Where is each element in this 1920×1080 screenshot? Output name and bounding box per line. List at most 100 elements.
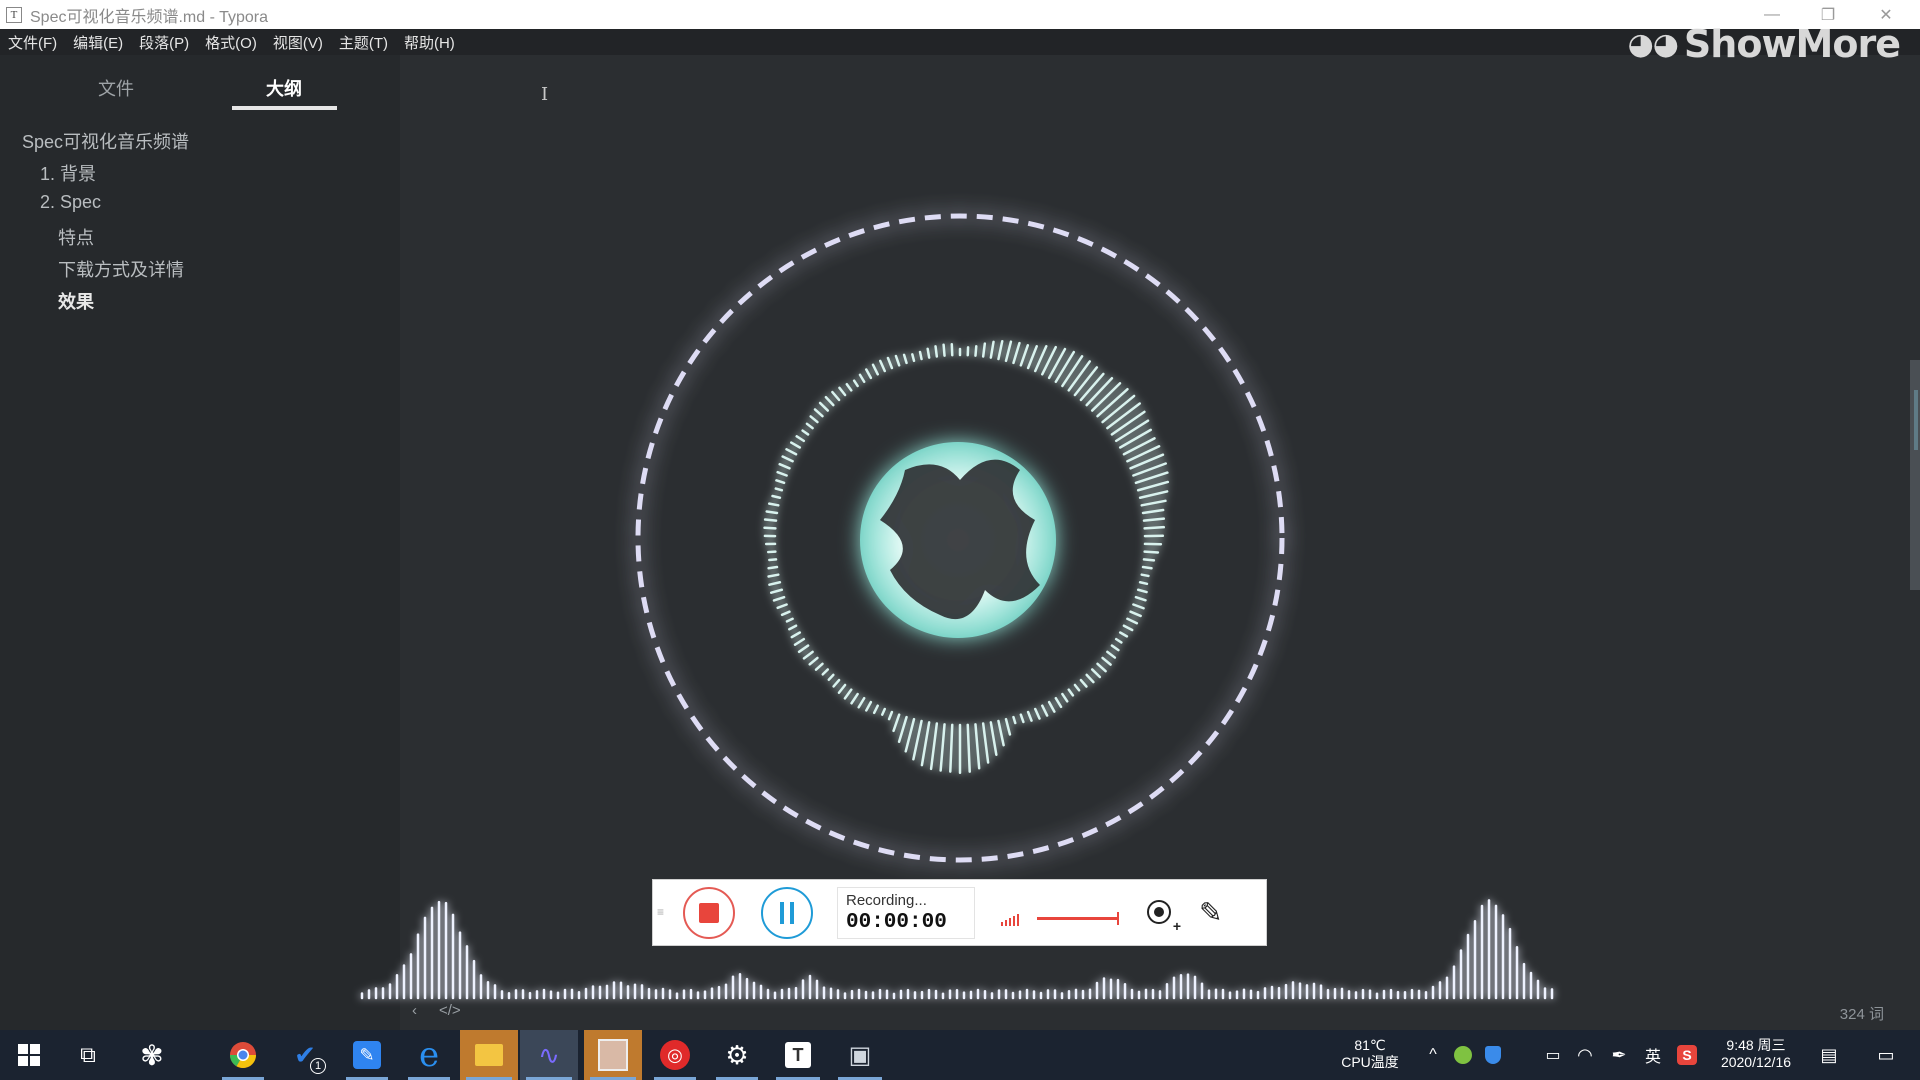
clock[interactable]: 9:48 周三 2020/12/16: [1704, 1037, 1808, 1071]
taskbar-typora[interactable]: T: [770, 1030, 826, 1080]
spectrum-ring-bar: [832, 678, 841, 688]
taskbar-app-pinwheel[interactable]: ✾: [124, 1030, 180, 1080]
tray-app-green[interactable]: [1450, 1030, 1476, 1080]
spectrum-ring-bar: [814, 662, 824, 671]
tray-shield-icon: [1485, 1046, 1501, 1064]
windows-taskbar: ⧉ ✾ ✔ 1 ✎ e ∿ ◎ ⚙ T ▣ 81℃ CPU温度 ^ ▭ ◠ ✒ …: [0, 1030, 1920, 1080]
pen-workspace-button[interactable]: ✒: [1604, 1030, 1634, 1080]
show-hidden-icons-button[interactable]: ^: [1420, 1030, 1446, 1080]
spectrum-ring-bar: [920, 721, 931, 767]
notes-app-icon: ✎: [353, 1041, 381, 1069]
cpu-temperature[interactable]: 81℃ CPU温度: [1334, 1037, 1406, 1071]
network-button[interactable]: ◠: [1570, 1030, 1600, 1080]
spectrum-ring-bar: [771, 494, 782, 500]
spectrum-ring-bar: [1138, 580, 1149, 586]
spectrum-ring-bar: [989, 721, 998, 756]
spectrum-ring-bar: [1129, 610, 1142, 618]
spectrum-ring-bar: [838, 386, 847, 397]
todo-badge: 1: [310, 1058, 326, 1074]
input-method-button[interactable]: 英: [1638, 1030, 1668, 1080]
scrollbar-thumb[interactable]: [1914, 390, 1918, 450]
taskbar-netease-music[interactable]: ◎: [648, 1030, 702, 1080]
spectrum-ring-bar: [1118, 428, 1152, 449]
spectrum-ring-bar: [793, 637, 806, 646]
spectrum-ring-bar: [1140, 499, 1167, 507]
spectrum-ring-bar: [886, 356, 894, 370]
webcam-add-button[interactable]: +: [1145, 898, 1181, 934]
wifi-icon: ◠: [1577, 1044, 1593, 1065]
taskbar-photo-app[interactable]: [584, 1030, 642, 1080]
spectrum-ring-bar: [1132, 603, 1145, 610]
mic-level-icon[interactable]: [1001, 912, 1019, 926]
spectrum-ring-bar: [997, 340, 1004, 361]
battery-button[interactable]: ▭: [1538, 1030, 1568, 1080]
spectrum-ring-bar: [1134, 471, 1169, 485]
spectrum-ring-bar: [1118, 631, 1129, 638]
spectrum-ring-bar: [949, 723, 954, 773]
spectrum-ring-bar: [768, 558, 778, 562]
spectrum-ring-bar: [1067, 688, 1075, 697]
spectrum-ring-bar: [1096, 662, 1107, 673]
spectrum-ring-bar: [1106, 650, 1117, 659]
music-spectrum-visualizer: [360, 213, 1554, 1000]
volume-slider[interactable]: [1037, 912, 1119, 925]
spectrum-ring-bar: [1101, 656, 1112, 666]
drag-handle-icon[interactable]: ≡: [657, 906, 667, 918]
taskbar-todo[interactable]: ✔ 1: [278, 1030, 332, 1080]
spectrum-ring-bar: [966, 723, 971, 773]
sogou-ime-button[interactable]: S: [1672, 1030, 1702, 1080]
start-button[interactable]: [0, 1030, 58, 1080]
spectrum-ring-bar: [768, 580, 782, 586]
spectrum-ring-bar: [831, 390, 841, 402]
pen-annotate-button[interactable]: ✎: [1199, 896, 1222, 929]
taskbar-notes[interactable]: ✎: [340, 1030, 394, 1080]
action-center-button[interactable]: ▭: [1866, 1030, 1906, 1080]
word-count[interactable]: 324 词: [1840, 1003, 1884, 1024]
toggle-sidebar-icon[interactable]: ‹: [412, 1002, 417, 1019]
spectrum-ring-bar: [997, 719, 1005, 747]
spectrum-ring-bar: [1140, 573, 1150, 578]
pause-recording-button[interactable]: [761, 886, 813, 939]
spectrum-ring-bar: [865, 700, 873, 712]
spectrum-ring-bar: [934, 345, 939, 358]
spectrum-ring-bar: [974, 723, 981, 770]
spectrum-ring-bar: [818, 401, 830, 412]
spectrum-ring-bar: [1106, 402, 1142, 430]
showmore-logo-icon: ◕◕: [1627, 26, 1679, 62]
taskbar-file-explorer[interactable]: [460, 1030, 518, 1080]
spectrum-ring-bar: [850, 692, 859, 705]
spectrum-ring-bar: [765, 510, 779, 515]
source-code-mode-icon[interactable]: </>: [439, 1002, 461, 1019]
spectrum-ring-bar: [776, 603, 788, 610]
taskbar-settings[interactable]: ⚙: [710, 1030, 764, 1080]
spectrum-ring-bar: [772, 595, 786, 602]
tray-app-blue[interactable]: [1480, 1030, 1506, 1080]
spectrum-ring-bar: [780, 610, 791, 617]
taskbar-spec-app[interactable]: ∿: [520, 1030, 578, 1080]
spectrum-ring-bar: [857, 696, 866, 709]
spectrum-ring-bar: [926, 347, 931, 359]
task-view-button[interactable]: ⧉: [62, 1030, 114, 1080]
spectrum-ring-bar: [871, 363, 879, 376]
spectrum-ring-bar: [808, 656, 819, 666]
spectrum-ring-bar: [767, 573, 780, 578]
spectrum-ring-bar: [981, 722, 990, 764]
spectrum-ring-bar: [1061, 355, 1084, 388]
editor-footer-left: ‹ </>: [412, 1002, 461, 1019]
sogou-icon: S: [1677, 1045, 1697, 1065]
spectrum-ring-bar: [827, 673, 835, 682]
notes-tray-button[interactable]: ▤: [1814, 1030, 1844, 1080]
stop-recording-button[interactable]: [683, 886, 735, 939]
spectrum-ring-bar: [1054, 696, 1063, 709]
spectrum-ring-bar: [1026, 710, 1033, 722]
spectrum-ring-bar: [1012, 715, 1017, 725]
spectrum-ring-bar: [767, 565, 779, 570]
task-view-icon: ⧉: [80, 1042, 96, 1067]
spectrum-ring-bar: [788, 624, 798, 631]
taskbar-edge[interactable]: e: [402, 1030, 456, 1080]
spectrum-ring-bar: [781, 455, 794, 463]
taskbar-chrome[interactable]: [216, 1030, 270, 1080]
spectrum-ring-bar: [1012, 341, 1021, 365]
taskbar-recorder[interactable]: ▣: [832, 1030, 888, 1080]
spectrum-ring-bar: [1136, 480, 1170, 492]
